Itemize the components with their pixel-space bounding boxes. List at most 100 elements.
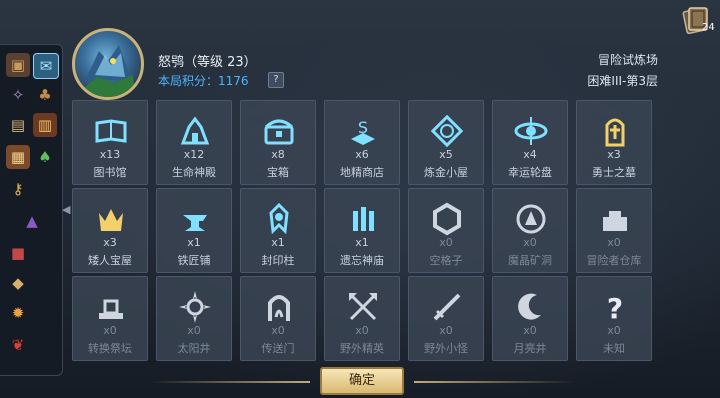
leaf-icon[interactable]: ♠ [33,145,57,169]
location-tile[interactable]: x0 野外精英 [324,276,400,361]
location-count: x12 [183,148,205,161]
player-name-level: 怒鸮（等级 23） [158,55,257,70]
location-tile[interactable]: x1 封印柱 [240,188,316,273]
location-count: x0 [355,324,369,337]
sun-icon [175,287,215,327]
seal-icon [259,199,299,239]
location-name: 图书馆 [93,166,127,179]
location-name: 铁匠铺 [177,254,211,267]
location-tile[interactable]: x3 勇士之墓 [576,100,652,185]
location-count: x0 [523,324,537,337]
location-tile[interactable]: x1 铁匠铺 [156,188,232,273]
alchemy-icon [427,111,467,151]
location-tile[interactable]: x3 矮人宝屋 [72,188,148,273]
location-count: x0 [523,236,537,249]
question-icon: ? [595,287,635,327]
location-count: x0 [103,324,117,337]
tomb-icon [595,111,635,151]
top-hat-icon[interactable]: ■ [6,241,30,265]
location-count: x3 [607,148,621,161]
player-score: 本局积分：1176 [158,74,249,88]
location-tile[interactable]: x5 炼金小屋 [408,100,484,185]
wheel-icon [511,111,551,151]
svg-text:S: S [358,118,368,137]
location-tile[interactable]: x1 遗忘神庙 [324,188,400,273]
scroll-icon[interactable]: ▤ [6,113,30,137]
treasure-chest-icon [259,111,299,151]
location-name: 宝箱 [267,166,289,179]
location-tile[interactable]: Sx6 地精商店 [324,100,400,185]
location-name: 传送门 [261,342,295,355]
location-count: x4 [523,148,537,161]
location-tile[interactable]: x0 魔晶矿洞 [492,188,568,273]
location-tile[interactable]: x0 月亮井 [492,276,568,361]
owl-portrait-icon [81,45,135,97]
location-count: x1 [187,236,201,249]
location-count: x3 [103,236,117,249]
location-name: 遗忘神庙 [340,254,384,267]
location-name: 幸运轮盘 [508,166,552,179]
location-name: 生命神殿 [172,166,216,179]
svg-text:?: ? [607,292,623,325]
location-name: 魔晶矿洞 [508,254,552,267]
hexagon-icon [427,199,467,239]
key-icon[interactable]: ⚷ [6,177,30,201]
speech-bubble-icon[interactable]: ✉ [33,53,59,79]
book-icon [91,111,131,151]
location-tile[interactable]: x8 宝箱 [240,100,316,185]
location-name: 野外精英 [340,342,384,355]
chest-icon[interactable]: ▣ [6,53,30,77]
floor-label: 困难III-第3层 [587,74,658,88]
location-count: x0 [607,324,621,337]
location-tile[interactable]: x13 图书馆 [72,100,148,185]
location-name: 太阳井 [177,342,211,355]
location-count: x6 [355,148,369,161]
location-count: x13 [99,148,121,161]
location-tile[interactable]: x0 太阳井 [156,276,232,361]
warehouse-icon [595,199,635,239]
deck-count: 24 [702,22,715,33]
inventory-sidebar: ▣ ✉ ✧ ♣ ▤ ▥ ▦ ♠ ⚷ ▲ ■ ◆ ✹ ❦ [0,44,63,376]
location-tile[interactable]: x12 生命神殿 [156,100,232,185]
red-book-icon[interactable]: ▥ [33,113,57,137]
wizard-hat-icon[interactable]: ▲ [20,209,44,233]
location-name: 冒险者仓库 [586,254,642,267]
confirm-button[interactable]: 确定 [320,367,404,395]
location-name: 勇士之墓 [592,166,636,179]
mode-title: 冒险试炼场 [597,53,658,67]
location-count: x0 [187,324,201,337]
collapse-arrow-icon[interactable]: ◀ [62,198,72,222]
location-tile[interactable]: ? x0 未知 [576,276,652,361]
location-tile[interactable]: x4 幸运轮盘 [492,100,568,185]
divider-left [150,381,310,383]
crossed-axes-icon [343,287,383,327]
location-name: 炼金小屋 [424,166,468,179]
location-name: 地精商店 [340,166,384,179]
portal-icon [259,287,299,327]
location-tile[interactable]: x0 转换祭坛 [72,276,148,361]
location-count: x0 [439,236,453,249]
moon-icon [511,287,551,327]
location-tile[interactable]: x0 空格子 [408,188,484,273]
altar-icon [91,287,131,327]
location-count: x0 [271,324,285,337]
location-name: 转换祭坛 [88,342,132,355]
pouch-icon[interactable]: ♣ [33,83,57,107]
location-count: x8 [271,148,285,161]
help-button[interactable]: ? [268,72,284,88]
divider-right [414,381,574,383]
paper-icon[interactable]: ◆ [6,271,30,295]
location-tile[interactable]: x0 野外小怪 [408,276,484,361]
anvil-icon [175,199,215,239]
pepper-icon[interactable]: ❦ [6,333,30,357]
purple-gem-icon[interactable]: ✧ [6,83,30,107]
location-tile[interactable]: x0 冒险者仓库 [576,188,652,273]
brown-book-icon[interactable]: ▦ [6,145,30,169]
shrine-icon [343,199,383,239]
crystal-mine-icon [511,199,551,239]
location-name: 矮人宝屋 [88,254,132,267]
lantern-icon[interactable]: ✹ [6,301,30,325]
location-name: 空格子 [429,254,463,267]
location-count: x5 [439,148,453,161]
location-tile[interactable]: x0 传送门 [240,276,316,361]
